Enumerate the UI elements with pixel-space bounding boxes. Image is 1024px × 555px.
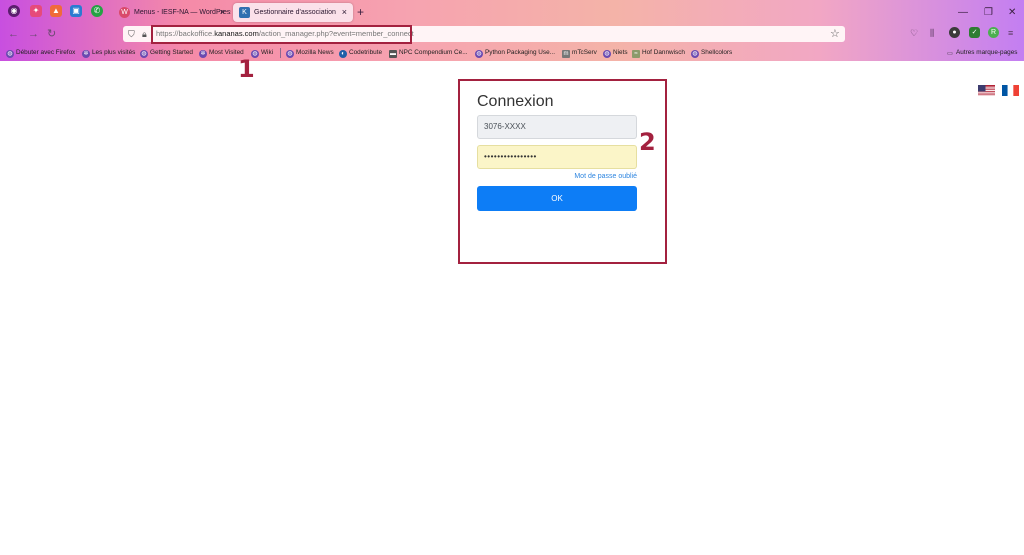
pinned-tab-icon[interactable]: ▲ (50, 5, 62, 17)
bookmark-label: Niets (613, 49, 628, 56)
lock-icon[interactable]: 🔒︎ (142, 27, 147, 41)
bookmark-item[interactable]: ◍ Getting Started (140, 47, 193, 59)
bookmark-label: Python Packaging Use... (485, 49, 555, 56)
restore-icon[interactable]: ❐ (984, 3, 993, 22)
annotation-number-2: 2 (639, 128, 656, 156)
bookmark-item[interactable]: m mTcServ (562, 47, 597, 59)
globe-icon: ◍ (691, 50, 699, 58)
firefox-view-icon[interactable]: ◉ (8, 5, 20, 17)
globe-icon: ◍ (6, 50, 14, 58)
bookmark-label: Les plus visités (92, 49, 136, 56)
kananas-k-icon: K (239, 7, 250, 18)
page-title: Connexion (477, 93, 554, 110)
username-input[interactable]: 3076-XXXX (477, 115, 637, 139)
bookmark-item[interactable]: ◍ Mozilla News (286, 47, 334, 59)
bookmark-label: mTcServ (572, 49, 597, 56)
new-tab-button[interactable]: + (357, 3, 364, 22)
folder-icon: ▭ (947, 51, 953, 57)
gear-icon: ✲ (199, 50, 207, 58)
globe-icon: ◍ (286, 50, 294, 58)
library-icon[interactable]: ⫼ (930, 26, 934, 40)
bookmark-item[interactable]: ≈ Hof Dannwisch (632, 47, 685, 59)
shield-extension-icon[interactable]: ✓ (969, 27, 980, 38)
globe-icon: ◍ (475, 50, 483, 58)
wordpress-icon: W (119, 7, 130, 18)
annotation-box-url (151, 25, 412, 44)
bookmark-item[interactable]: ✲ Les plus visités (82, 47, 135, 59)
bookmark-label: Wiki (261, 49, 274, 56)
bookmark-item[interactable]: ◍ Shellcolors (691, 47, 732, 59)
bookmark-item[interactable]: ◍ Niets (603, 47, 628, 59)
globe-icon: ◍ (603, 50, 611, 58)
back-icon[interactable]: ← (8, 27, 19, 41)
minimize-icon[interactable]: — (958, 3, 968, 22)
tab-label: Menus - IESF-NA — WordPress (134, 9, 231, 16)
mtc-icon: m (562, 50, 570, 58)
shield-icon[interactable]: ⛉ (128, 27, 135, 41)
bookmark-label: Shellcolors (701, 49, 733, 56)
whatsapp-icon[interactable]: ✆ (91, 5, 103, 17)
bookmark-item[interactable]: ✲ Most Visited (199, 47, 244, 59)
close-tab-icon[interactable]: × (342, 3, 347, 22)
tab-gestionnaire[interactable]: K Gestionnaire d'association × (233, 3, 353, 22)
bookmark-separator (280, 48, 281, 58)
tab-wordpress[interactable]: W Menus - IESF-NA — WordPress × (113, 3, 231, 22)
tab-strip: ◉ ✦ ▲ ▣ ✆ W Menus - IESF-NA — WordPress … (0, 0, 1024, 24)
menu-icon[interactable]: ≡ (1008, 26, 1013, 40)
other-bookmarks[interactable]: ▭ Autres marque-pages (946, 47, 1017, 59)
us-flag-icon[interactable] (978, 84, 995, 96)
fr-flag-icon[interactable] (1002, 84, 1019, 96)
bookmark-label: Codetribute (349, 49, 383, 56)
hof-icon: ≈ (632, 50, 640, 58)
globe-icon: ◍ (140, 50, 148, 58)
close-tab-icon[interactable]: × (220, 3, 225, 22)
bookmark-label: Débuter avec Firefox (16, 49, 76, 56)
bookmark-item[interactable]: ◍ Python Packaging Use... (475, 47, 555, 59)
annotation-number-1: 1 (238, 55, 255, 83)
avatar-extension-icon[interactable]: ● (949, 27, 960, 38)
other-bookmarks-label: Autres marque-pages (956, 49, 1018, 56)
bookmark-item[interactable]: ◍ Débuter avec Firefox (6, 47, 75, 59)
codetribute-icon: ◐ (339, 50, 347, 58)
forward-icon[interactable]: → (28, 27, 39, 41)
bookmark-label: Hof Dannwisch (642, 49, 685, 56)
pinned-tab-icon[interactable]: ✦ (30, 5, 42, 17)
bookmarks-toolbar: ◍ Débuter avec Firefox ✲ Les plus visités … (0, 46, 1024, 60)
reload-icon[interactable]: ↻ (47, 27, 56, 41)
gear-icon: ✲ (82, 50, 90, 58)
bookmark-item[interactable]: ◐ Codetribute (339, 47, 382, 59)
bookmark-label: Mozilla News (296, 49, 334, 56)
pinned-tab-icon[interactable]: ▣ (70, 5, 82, 17)
bookmark-star-icon[interactable]: ☆ (830, 27, 840, 41)
close-window-icon[interactable]: ✕ (1008, 3, 1016, 22)
car-icon: ▬ (389, 50, 397, 58)
bookmark-label: Getting Started (150, 49, 193, 56)
account-icon[interactable]: R (988, 27, 999, 38)
bookmark-item[interactable]: ▬ NPC Compendium Ce... (389, 47, 468, 59)
submit-button[interactable]: OK (477, 186, 637, 211)
bookmark-label: NPC Compendium Ce... (399, 49, 468, 56)
password-input[interactable]: •••••••••••••••• (477, 145, 637, 169)
tab-label: Gestionnaire d'association (254, 9, 336, 16)
forgot-password-link[interactable]: Mot de passe oublié (574, 172, 637, 182)
pocket-icon[interactable]: ♡ (910, 26, 918, 40)
